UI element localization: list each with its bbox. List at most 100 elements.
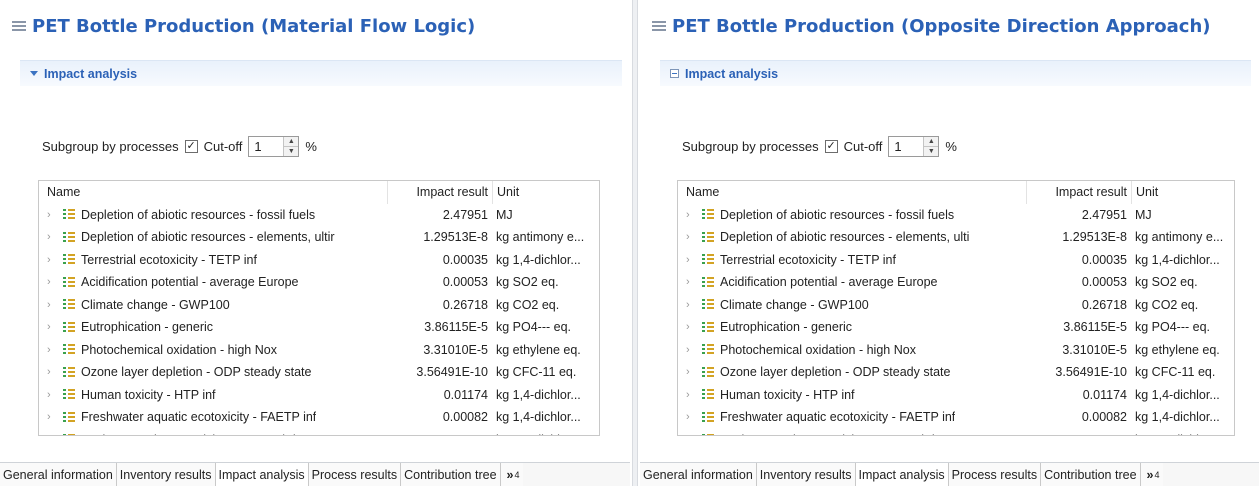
impact-category-icon [702,434,714,435]
tab-process-results[interactable]: Process results [308,463,402,486]
chevron-right-icon[interactable]: › [47,231,59,243]
table-row[interactable]: › Eutrophication - generic 3.86115E-5 kg PO… [39,316,599,339]
chevron-right-icon[interactable]: › [686,254,698,266]
table-row[interactable]: › Ozone layer depletion - ODP steady stat… [678,361,1234,384]
more-tabs-button[interactable]: » 4 [1140,463,1163,486]
more-tabs-button[interactable]: » 4 [500,463,523,486]
tab-process-results[interactable]: Process results [948,463,1042,486]
chevron-right-icon[interactable]: › [47,411,59,423]
collapse-toggle-icon[interactable] [670,69,679,78]
table-row[interactable]: › Depletion of abiotic resources - fossil… [678,204,1234,227]
table-row[interactable]: › Eutrophication - generic 3.86115E-5 kg PO… [678,316,1234,339]
column-header-unit[interactable]: Unit [492,181,599,204]
chevron-right-icon[interactable]: › [47,389,59,401]
impact-results-table[interactable]: Name Impact result Unit › Depletion of ab… [677,180,1235,436]
chevron-right-icon[interactable]: › [47,209,59,221]
table-row[interactable]: › Human toxicity - HTP inf 0.01174 kg 1,4-d… [39,384,599,407]
impact-category-icon [63,254,75,265]
chevron-right-icon[interactable]: › [47,434,59,435]
table-row[interactable]: › Photochemical oxidation - high Nox 3.310… [678,339,1234,362]
table-row[interactable]: › Photochemical oxidation - high Nox 3.310… [39,339,599,362]
chevron-right-icon[interactable]: › [686,231,698,243]
collapse-toggle-icon[interactable] [30,71,38,76]
tab-impact-analysis[interactable]: Impact analysis [855,463,949,486]
subgroup-checkbox[interactable]: ✓ [824,139,838,153]
impact-category-icon [63,231,75,243]
chevron-right-icon[interactable]: › [686,389,698,401]
unit-cell: kg 1,4-dichlor... [1135,387,1220,402]
column-header-unit[interactable]: Unit [1131,181,1234,204]
chevron-right-icon[interactable]: › [47,344,59,356]
spinner-up-icon[interactable]: ▲ [284,136,299,146]
table-header: Name Impact result Unit [678,181,1234,204]
left-editor-pane: PET Bottle Production (Material Flow Log… [0,0,630,486]
table-row[interactable]: › Acidification potential - average Europ… [678,271,1234,294]
impact-category-name: Depletion of abiotic resources - fossil … [81,207,316,222]
impact-category-name: Human toxicity - HTP inf [81,387,216,402]
table-row[interactable]: › Terrestrial ecotoxicity - TETP inf 0.000… [678,249,1234,272]
cutoff-spinner[interactable]: 1 ▲ ▼ [888,135,940,157]
table-row[interactable]: › Depletion of abiotic resources - elemen… [39,226,599,249]
tab-general-information[interactable]: General information [640,463,757,486]
table-row[interactable]: › Depletion of abiotic resources - fossil… [39,204,599,227]
impact-category-icon [63,366,75,378]
table-row[interactable]: › Climate change - GWP100 0.26718 kg CO2 eq… [39,294,599,317]
row-name-cell: › Eutrophication - generic [678,320,1026,334]
chevron-right-icon[interactable]: › [47,254,59,266]
table-row[interactable]: › Freshwater aquatic ecotoxicity - FAETP … [39,406,599,429]
chevron-right-icon[interactable]: › [686,299,698,311]
table-row[interactable]: › Depletion of abiotic resources - elemen… [678,226,1234,249]
table-row[interactable]: › Marine aquatic ecotoxicity - MAETP inf 8… [39,429,599,435]
tab-inventory-results[interactable]: Inventory results [116,463,216,486]
column-header-impact-result[interactable]: Impact result [1026,181,1131,204]
row-name-cell: › Depletion of abiotic resources - fossil… [678,208,1026,222]
table-row[interactable]: › Freshwater aquatic ecotoxicity - FAETP … [678,406,1234,429]
row-name-cell: › Depletion of abiotic resources - fossil… [39,208,387,222]
impact-analysis-section-header[interactable]: Impact analysis [20,60,622,86]
chevron-right-icon[interactable]: › [686,276,698,288]
table-row[interactable]: › Human toxicity - HTP inf 0.01174 kg 1,4-d… [678,384,1234,407]
impact-results-table[interactable]: Name Impact result Unit › Depletion of ab… [38,180,600,436]
table-row[interactable]: › Acidification potential - average Europ… [39,271,599,294]
impact-result-cell: 0.00035 [442,252,488,267]
tab-inventory-results[interactable]: Inventory results [756,463,856,486]
impact-result-cell: 0.00035 [1081,252,1127,267]
chevron-right-icon[interactable]: › [47,299,59,311]
table-row[interactable]: › Terrestrial ecotoxicity - TETP inf 0.000… [39,249,599,272]
impact-category-icon [702,299,714,310]
row-name-cell: › Climate change - GWP100 [678,298,1026,312]
spinner-down-icon[interactable]: ▼ [924,145,939,156]
impact-analysis-section-header[interactable]: Impact analysis [660,60,1251,86]
chevron-right-icon[interactable]: › [47,276,59,288]
tab-impact-analysis[interactable]: Impact analysis [215,463,309,486]
impact-category-name: Acidification potential - average Europe [81,275,299,290]
chevron-right-icon[interactable]: › [686,411,698,423]
spinner-down-icon[interactable]: ▼ [284,145,299,156]
chevron-right-icon[interactable]: › [686,366,698,378]
spinner-up-icon[interactable]: ▲ [924,136,939,146]
tab-contribution-tree[interactable]: Contribution tree [1041,463,1141,486]
impact-result-cell: 1.29513E-8 [1062,230,1127,245]
table-row[interactable]: › Marine aquatic ecotoxicity - MAETP inf 8… [678,429,1234,435]
pane-divider[interactable] [632,0,638,486]
table-row[interactable]: › Ozone layer depletion - ODP steady stat… [39,361,599,384]
cutoff-spinner[interactable]: 1 ▲ ▼ [248,135,300,157]
column-header-impact-result[interactable]: Impact result [387,181,492,204]
tab-general-information[interactable]: General information [0,463,117,486]
tab-contribution-tree[interactable]: Contribution tree [401,463,501,486]
impact-category-icon [63,411,75,423]
editor-title-text: PET Bottle Production (Material Flow Log… [32,15,476,37]
subgroup-checkbox[interactable]: ✓ [184,139,198,153]
chevron-right-icon[interactable]: › [686,209,698,221]
cutoff-value[interactable]: 1 [249,137,283,156]
chevron-right-icon[interactable]: › [686,434,698,435]
impact-result-cell: 3.31010E-5 [423,342,488,357]
column-header-name[interactable]: Name [39,185,387,199]
column-header-name[interactable]: Name [678,185,1026,199]
chevron-right-icon[interactable]: › [47,366,59,378]
chevron-right-icon[interactable]: › [686,321,698,333]
table-row[interactable]: › Climate change - GWP100 0.26718 kg CO2 eq… [678,294,1234,317]
cutoff-value[interactable]: 1 [889,137,923,156]
chevron-right-icon[interactable]: › [47,321,59,333]
chevron-right-icon[interactable]: › [686,344,698,356]
